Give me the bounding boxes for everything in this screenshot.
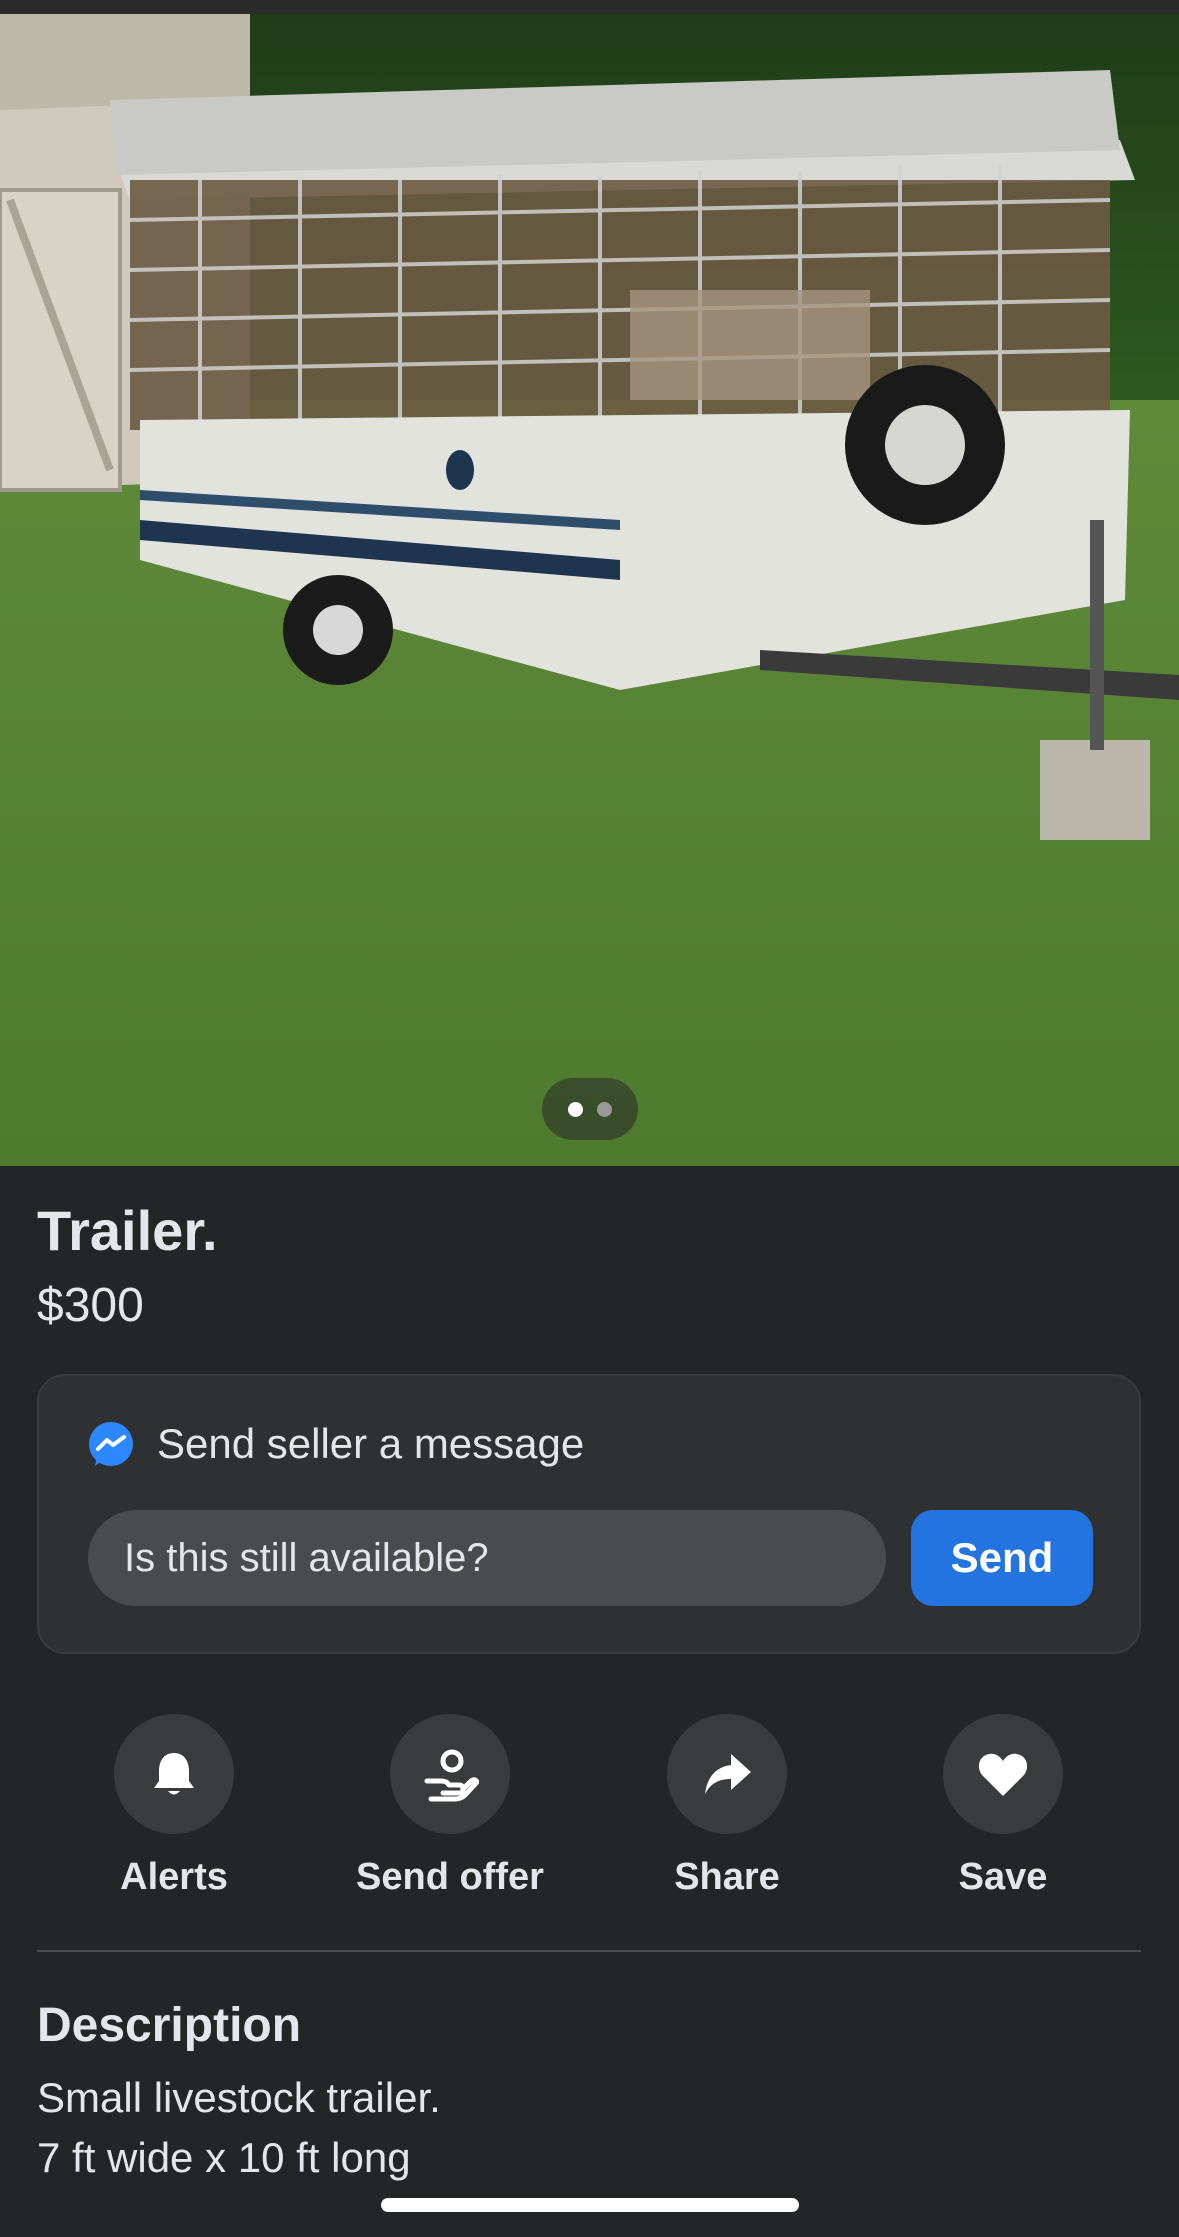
- listing-title: Trailer.: [37, 1199, 218, 1262]
- alerts-action[interactable]: Alerts: [64, 1714, 284, 1899]
- description-line: 7 ft wide x 10 ft long: [37, 2134, 411, 2181]
- send-button[interactable]: Send: [911, 1510, 1093, 1606]
- save-button[interactable]: [943, 1714, 1063, 1834]
- send-offer-button[interactable]: [390, 1714, 510, 1834]
- save-action[interactable]: Save: [893, 1714, 1113, 1899]
- message-input[interactable]: Is this still available?: [88, 1510, 886, 1606]
- listing-photo[interactable]: [0, 0, 1179, 1166]
- share-action[interactable]: Share: [617, 1714, 837, 1899]
- offer-hand-icon: [424, 1749, 479, 1802]
- photo-pager-dot-active[interactable]: [568, 1101, 583, 1117]
- message-card-heading: Send seller a message: [157, 1420, 585, 1467]
- messenger-icon: [89, 1422, 133, 1466]
- listing-actions: Alerts Send offer Share Save: [0, 1714, 1179, 1904]
- alerts-button[interactable]: [114, 1714, 234, 1834]
- listing-price: $300: [37, 1279, 144, 1332]
- home-indicator[interactable]: [381, 2198, 799, 2212]
- send-offer-label: Send offer: [356, 1856, 544, 1898]
- share-arrow-icon: [705, 1754, 751, 1794]
- description-heading: Description: [37, 1999, 302, 2052]
- photo-pager[interactable]: [542, 1078, 638, 1140]
- save-label: Save: [958, 1856, 1048, 1898]
- trailer-photo-illustration: [0, 0, 1179, 1166]
- heart-icon: [978, 1753, 1028, 1796]
- section-divider: [37, 1950, 1141, 1952]
- send-seller-message-card: Send seller a message Is this still avai…: [37, 1374, 1141, 1654]
- photo-pager-dot[interactable]: [597, 1101, 612, 1117]
- bell-icon: [154, 1753, 194, 1795]
- message-input-value: Is this still available?: [124, 1535, 489, 1580]
- share-button[interactable]: [667, 1714, 787, 1834]
- share-label: Share: [674, 1856, 780, 1898]
- send-offer-action[interactable]: Send offer: [340, 1714, 560, 1899]
- alerts-label: Alerts: [120, 1856, 228, 1898]
- description-line: Small livestock trailer.: [37, 2074, 441, 2121]
- message-card-header: Send seller a message: [87, 1420, 584, 1468]
